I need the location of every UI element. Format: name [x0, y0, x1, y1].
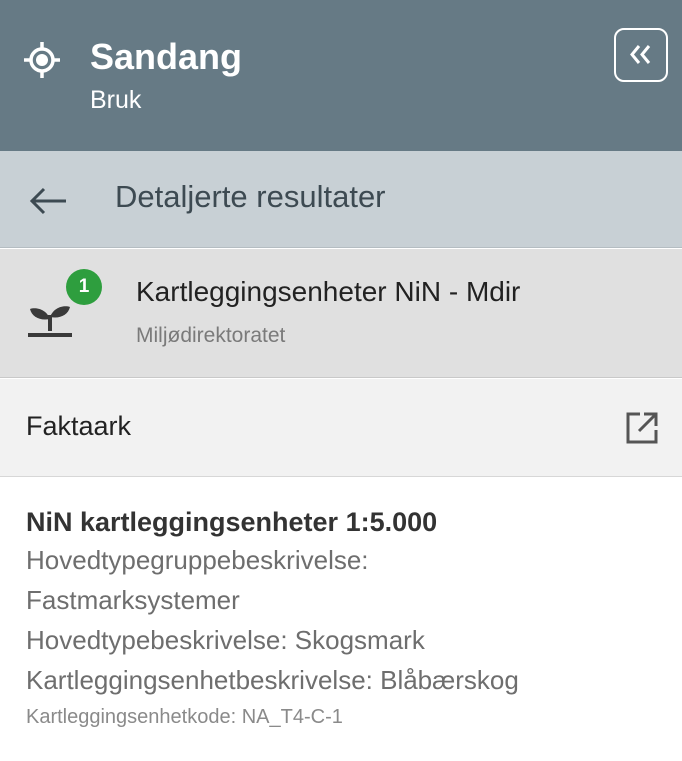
layer-name: Kartleggingsenheter NiN - Mdir — [136, 276, 521, 307]
location-crosshair-icon — [24, 42, 60, 78]
place-title: Sandang — [90, 36, 243, 77]
factsheet-label: Faktaark — [26, 411, 132, 441]
place-subtitle: Bruk — [90, 86, 142, 114]
panel-header: Sandang Bruk — [0, 0, 682, 151]
detail-row: Fastmarksystemer — [26, 585, 240, 615]
factsheet-details: NiN kartleggingsenheter 1:5.000 Hovedtyp… — [26, 504, 666, 734]
detail-row: Hovedtypegruppebeskrivelse: — [26, 545, 369, 575]
arrow-left-icon[interactable] — [28, 181, 70, 221]
factsheet-row[interactable]: Faktaark — [0, 379, 682, 477]
layer-source: Miljødirektoratet — [136, 324, 286, 347]
detail-row: Hovedtypebeskrivelse: Skogsmark — [26, 625, 425, 655]
details-heading: NiN kartleggingsenheter 1:5.000 — [26, 507, 438, 537]
double-chevron-left-icon — [630, 45, 651, 64]
page-title: Detaljerte resultater — [115, 179, 386, 214]
result-count-badge: 1 — [66, 269, 102, 305]
results-navigation-bar: Detaljerte resultater — [0, 151, 682, 248]
detail-row: Kartleggingsenhetbeskrivelse: Blåbærskog — [26, 665, 519, 695]
open-in-new-icon[interactable] — [622, 408, 662, 448]
layer-item[interactable]: 1 Kartleggingsenheter NiN - Mdir Miljødi… — [0, 249, 682, 378]
detail-code: Kartleggingsenhetkode: NA_T4-C-1 — [26, 706, 343, 728]
collapse-panel-button[interactable] — [614, 28, 668, 82]
plant-sprout-icon — [28, 306, 72, 337]
